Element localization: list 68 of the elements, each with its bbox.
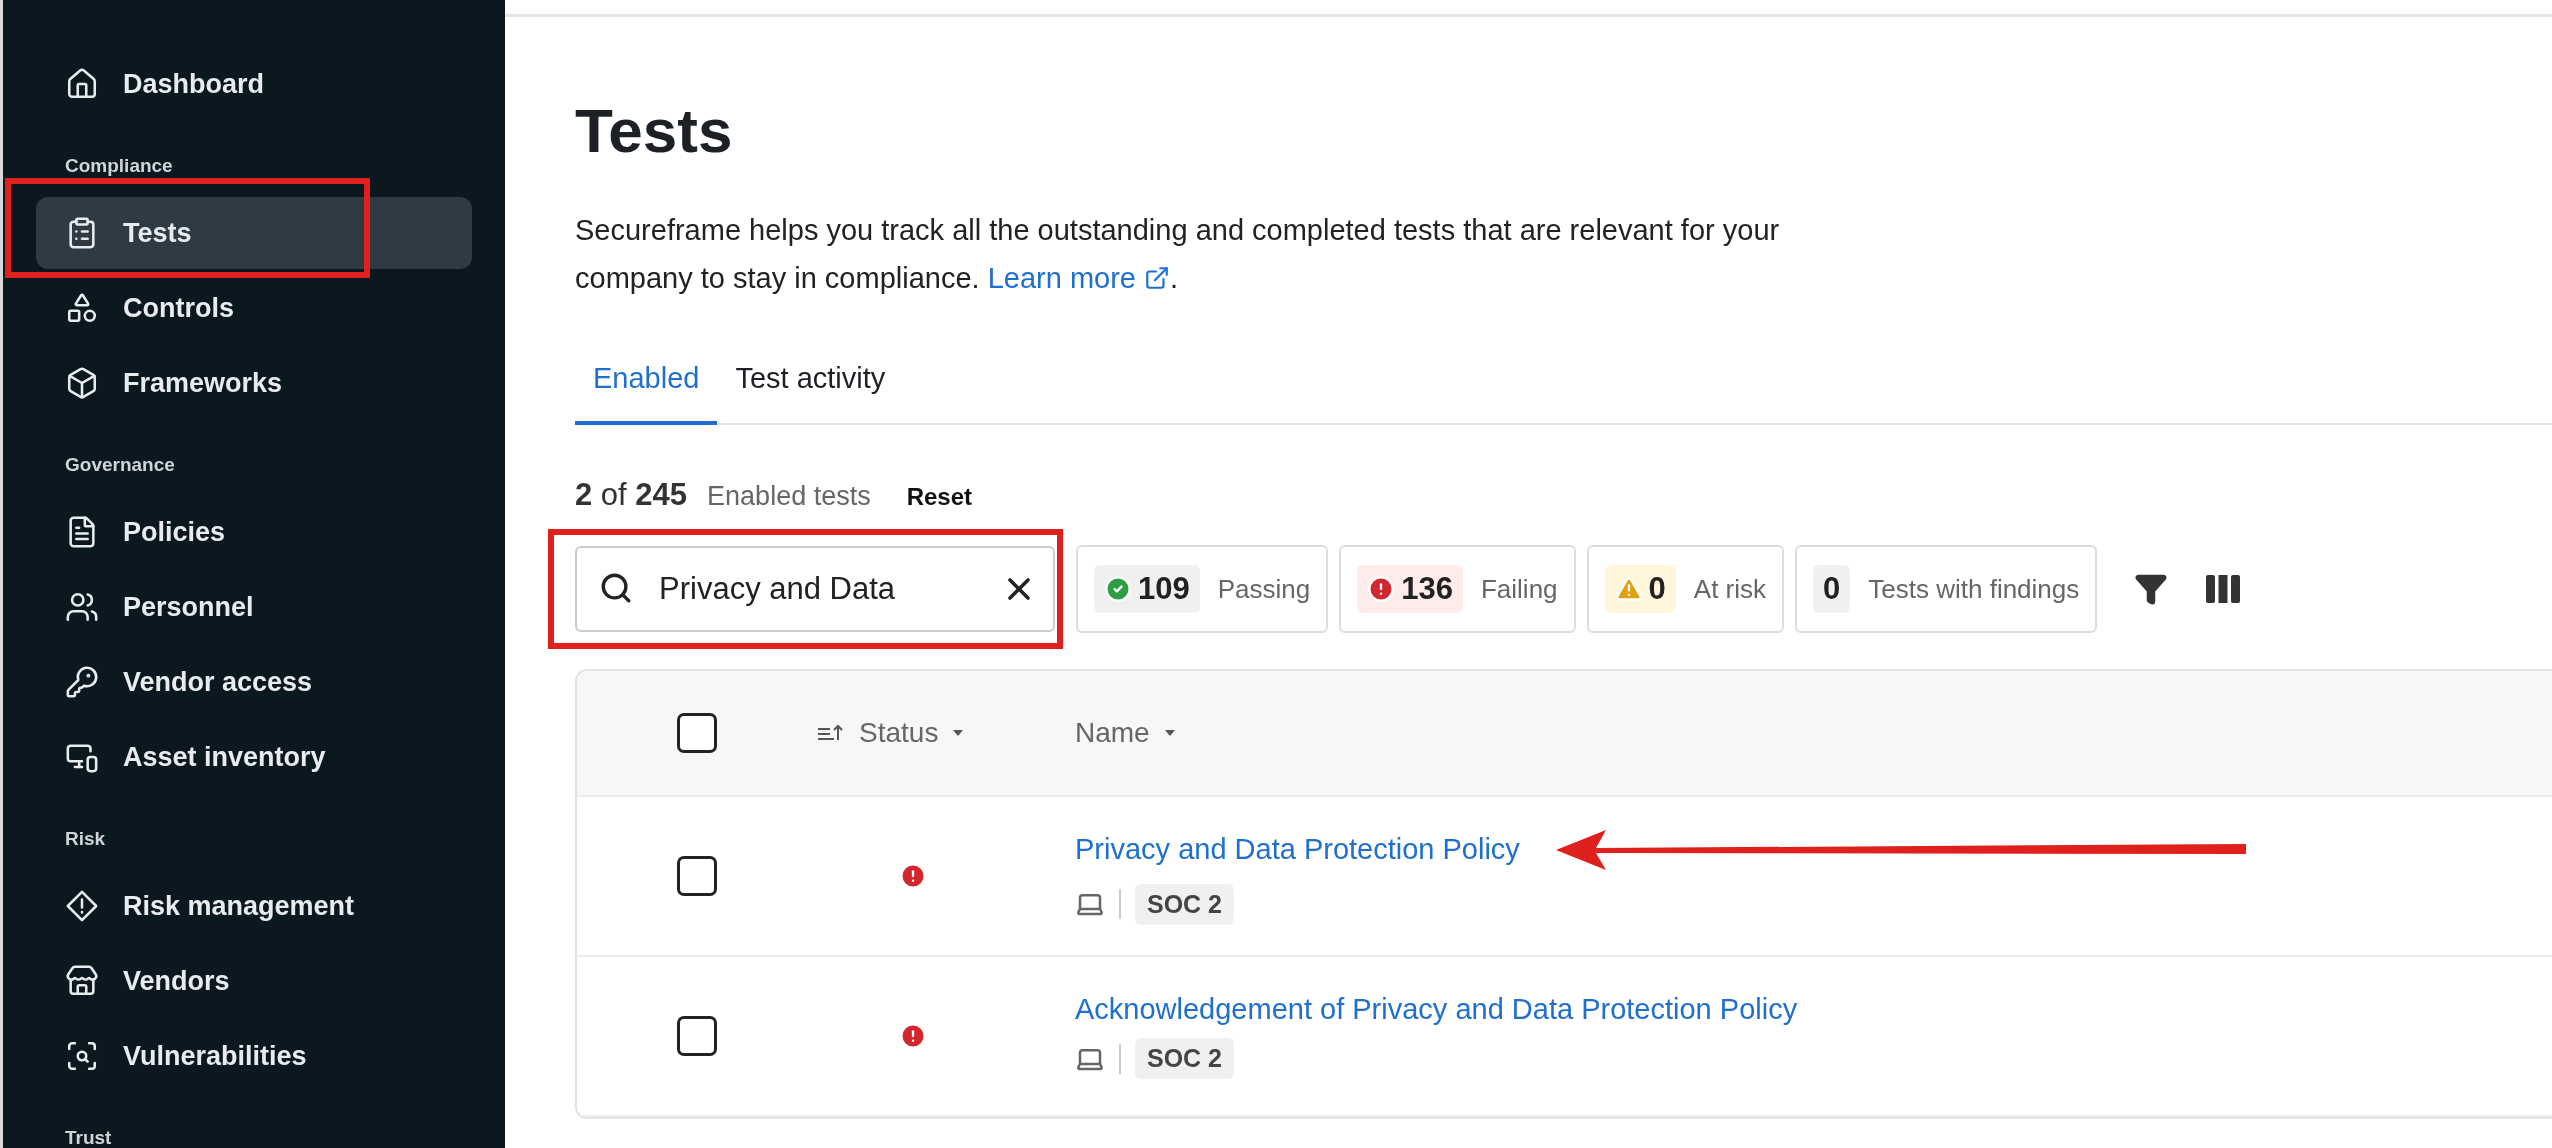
nav-item[interactable]: Risk management [36,870,472,942]
nav-item-label: Asset inventory [123,741,326,773]
nav-section-heading: Trust [64,1126,113,1148]
search-field[interactable]: Privacy and Data [575,546,1055,632]
columns-icon[interactable] [2205,573,2242,605]
nav-item[interactable]: Policies [36,496,472,568]
failing-status-icon [899,862,927,890]
nav-item[interactable]: Vendor access [36,646,472,718]
nav-item-label: Tests [123,217,192,249]
scan-icon [65,1039,99,1073]
nav-item-label: Vulnerabilities [123,1040,307,1072]
key-icon [65,665,99,699]
nav-section-heading: Governance [64,453,176,477]
test-name-link[interactable]: Privacy and Data Protection Policy [1075,833,1520,866]
nav-item-label: Controls [123,292,234,324]
nav-item[interactable]: Frameworks [36,347,472,419]
learn-more-link[interactable]: Learn more [987,254,1170,302]
check-icon [1104,575,1132,603]
nav-section-heading: Risk [64,827,107,851]
alert-icon [1367,575,1396,603]
status-column-header[interactable]: Status [817,717,1075,749]
nav-section-heading: Compliance [64,154,174,178]
framework-tag: SOC 2 [1135,1038,1235,1079]
shapes-icon [65,291,99,325]
nav-item-label: Policies [123,516,226,548]
store-icon [65,964,99,998]
page-description: Secureframe helps you track all the outstanding and completed tests that are relevant for your company to stay in compliance. Learn more . [575,206,1875,302]
test-name-link[interactable]: Acknowledgement of Privacy and Data Protection Policy [1075,993,1798,1026]
row-checkbox[interactable] [677,1016,717,1056]
nav-item[interactable]: Vulnerabilities [36,1020,472,1092]
home-icon [65,67,99,101]
nav-item-label: Vendor access [123,666,313,698]
nav-item[interactable]: Asset inventory [36,721,472,793]
nav-item-label: Risk management [123,890,355,922]
name-column-header[interactable]: Name [1075,717,2552,749]
reset-button[interactable]: Reset [906,483,973,511]
sort-icon [817,723,845,743]
status-filter-chip[interactable]: 109 Passing [1076,545,1329,633]
tab[interactable]: Test activity [717,334,904,425]
warning-icon [1614,575,1643,603]
status-filter-chip[interactable]: 0 At risk [1586,545,1785,633]
caret-icon [1163,729,1176,737]
diamond-alert-icon [65,889,99,923]
tab[interactable]: Enabled [575,334,718,425]
external-link-icon [1143,265,1170,291]
result-count: 2 of 245 [575,477,688,513]
nav-item[interactable]: Personnel [36,571,472,643]
caret-icon [952,729,965,737]
framework-tag: SOC 2 [1135,883,1235,925]
nav-item[interactable]: Dashboard [36,48,472,120]
cube-icon [65,366,99,400]
status-filter-chip[interactable]: 0 Tests with findings [1795,545,2098,633]
people-icon [65,590,99,624]
status-filter-chip[interactable]: 136 Failing [1339,545,1576,633]
nav-item-label: Vendors [123,965,230,997]
nav-item[interactable]: Tests [36,197,472,269]
select-all-checkbox[interactable] [677,713,717,753]
page-title: Tests [575,95,734,166]
result-label: Enabled tests [707,481,871,512]
nav-item[interactable]: Controls [36,272,472,344]
nav-item-label: Personnel [123,591,254,623]
row-checkbox[interactable] [677,856,717,896]
nav-item-label: Frameworks [123,367,283,399]
failing-status-icon [899,1022,927,1050]
nav-item-label: Dashboard [123,68,265,100]
filter-icon[interactable] [2134,572,2169,606]
nav-item[interactable]: Vendors [36,945,472,1017]
search-icon [599,571,633,605]
